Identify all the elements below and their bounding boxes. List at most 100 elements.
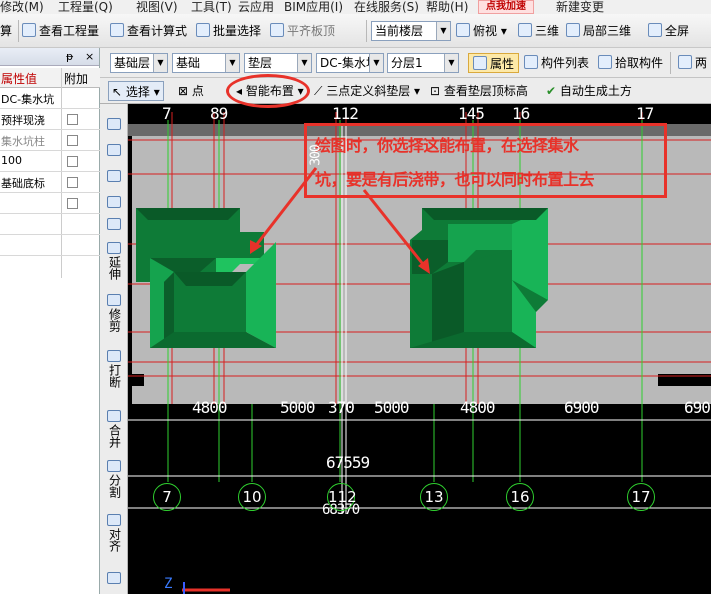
property-row[interactable]: 预拌现浇 [0, 109, 100, 130]
align-tool[interactable]: 对齐 [102, 514, 126, 552]
trim-tool[interactable]: 修剪 [102, 294, 126, 332]
menu-cloud[interactable]: 云应用 [238, 0, 274, 14]
menu-quantity[interactable]: 工程量(Q) [58, 0, 113, 14]
earthwork-icon: ✔ [546, 84, 560, 98]
slope-icon: ⟋ [314, 84, 327, 98]
axis-label-top: 7 [162, 104, 172, 123]
close-icon[interactable]: × [85, 50, 94, 63]
mirror-tool[interactable] [102, 170, 126, 182]
calc-button[interactable]: 算 [0, 21, 12, 41]
sublayer-select[interactable]: 分层1 ▼ [387, 53, 459, 73]
extend-tool[interactable]: 延伸 [102, 242, 126, 280]
attach-header: 附加 [64, 72, 89, 86]
attach-checkbox[interactable] [67, 198, 78, 209]
pit-side [150, 282, 164, 348]
property-row[interactable]: DC-集水坑 [0, 88, 100, 109]
formula-icon [110, 23, 124, 37]
property-row[interactable] [0, 214, 100, 235]
rotate-icon [107, 218, 121, 230]
flat-roof-button[interactable]: 平齐板顶 [270, 21, 335, 41]
three-point-slope-button[interactable]: ⟋ 三点定义斜垫层 ▾ [314, 81, 420, 101]
merge-tool[interactable]: 合并 [102, 410, 126, 448]
attach-checkbox[interactable] [67, 177, 78, 188]
pit-rim [136, 208, 240, 220]
pit-rim [422, 208, 548, 220]
view-top-elevation-button[interactable]: ⊡ 查看垫层顶标高 [430, 81, 528, 101]
view-quantity-button[interactable]: 查看工程量 [22, 21, 99, 41]
promo-badge[interactable]: 点我加速 [478, 0, 534, 14]
split-icon [107, 460, 121, 472]
layer-select[interactable]: 基础层 ▼ [110, 53, 168, 73]
callout-line-2: 坑，要是有后浇带，也可以同时布置上去 [315, 170, 595, 189]
axis-bubble: 10 [238, 483, 266, 511]
menu-modify[interactable]: 修改(M) [0, 0, 44, 14]
select-button[interactable]: ↖ 选择 ▾ [108, 81, 164, 101]
attach-checkbox[interactable] [67, 156, 78, 167]
chevron-down-icon: ▼ [436, 22, 450, 40]
properties-button[interactable]: 属性 [468, 53, 520, 73]
rotate-tool[interactable] [102, 218, 126, 230]
component-select[interactable]: DC-集水坑 ▼ [316, 53, 384, 73]
draw-toolbar: ↖ 选择 ▾ ⊠ 点 ◂ 智能布置 ▾ ⟋ 三点定义斜垫层 ▾ ⊡ 查看垫层顶标… [100, 78, 711, 104]
dimension-label: 5000 [374, 398, 410, 417]
partial-3d-icon [566, 23, 580, 37]
chevron-down-icon: ▼ [225, 54, 239, 72]
auto-earthwork-button[interactable]: ✔ 自动生成土方 [546, 81, 632, 101]
category-select[interactable]: 基础 ▼ [172, 53, 240, 73]
property-row[interactable]: 100 [0, 151, 100, 172]
view-formula-button[interactable]: 查看计算式 [110, 21, 187, 41]
copy-tool[interactable] [102, 144, 126, 156]
axis-label-top: 89 [210, 104, 228, 123]
type-select[interactable]: 垫层 ▼ [244, 53, 312, 73]
property-table-header: 属性值 附加 [0, 68, 100, 88]
point-button[interactable]: ⊠ 点 [178, 81, 204, 101]
view-mode-button[interactable]: 俯视 ▾ [456, 21, 507, 41]
total-dimension-label: 67559 [326, 453, 370, 472]
menu-bim[interactable]: BIM应用(I) [284, 0, 343, 14]
full-screen-button[interactable]: 全屏 [648, 21, 689, 41]
batch-select-icon [196, 23, 210, 37]
property-row[interactable] [0, 193, 100, 214]
list-icon [524, 55, 538, 69]
pencil-tool[interactable] [102, 118, 126, 130]
callout-line-1: 绘图时，你选择这能布置，在选择集水 [315, 136, 579, 155]
axis-bubble: 13 [420, 483, 448, 511]
property-row[interactable]: 基础底标 [0, 172, 100, 193]
attach-checkbox[interactable] [67, 114, 78, 125]
axis-label-top: 112 [332, 104, 359, 123]
main-toolbar: 算 查看工程量 查看计算式 批量选择 平齐板顶 当前楼层 ▼ 俯视 ▾ 三维 局部… [0, 14, 711, 48]
annotation-callout: 绘图时，你选择这能布置，在选择集水 坑，要是有后浇带，也可以同时布置上去 [304, 123, 667, 198]
menu-new-change[interactable]: 新建变更 [556, 0, 604, 14]
axis-bubble: 7 [153, 483, 181, 511]
offset-icon [107, 572, 121, 584]
split-tool[interactable]: 分割 [102, 460, 126, 498]
menu-view[interactable]: 视图(V) [136, 0, 178, 14]
property-row[interactable]: 集水坑柱 [0, 130, 100, 151]
menu-online-service[interactable]: 在线服务(S) [354, 0, 419, 14]
pin-icon[interactable]: ᵽ [66, 50, 73, 63]
elevation-icon: ⊡ [430, 84, 444, 98]
batch-select-button[interactable]: 批量选择 [196, 21, 261, 41]
attach-checkbox[interactable] [67, 135, 78, 146]
two-point-button[interactable]: 两 [678, 53, 707, 73]
move-tool[interactable] [102, 196, 126, 208]
sump-pit[interactable] [410, 208, 548, 348]
menu-help[interactable]: 帮助(H) [426, 0, 468, 14]
component-list-button[interactable]: 构件列表 [524, 53, 589, 73]
pit-bottom [464, 250, 512, 332]
pick-component-button[interactable]: 拾取构件 [598, 53, 663, 73]
axis-label-top: 145 [458, 104, 485, 123]
floor-select[interactable]: 当前楼层 ▼ [371, 21, 451, 41]
break-tool[interactable]: 打断 [102, 350, 126, 388]
menu-tools[interactable]: 工具(T) [191, 0, 232, 14]
axis-label-top: 17 [636, 104, 654, 123]
property-row[interactable] [0, 235, 100, 256]
three-d-button[interactable]: 三维 [518, 21, 559, 41]
dimension-label: 6900 [564, 398, 600, 417]
offset-tool[interactable] [102, 572, 126, 584]
toolbar-separator [18, 20, 19, 42]
move-icon [107, 196, 121, 208]
drawing-canvas[interactable]: 7 89 112 145 16 17 绘图时，你选择这能布置，在选择集水 坑，要… [128, 104, 711, 594]
edit-tool-strip: 延伸 修剪 打断 合并 分割 对齐 [100, 104, 128, 594]
partial-3d-button[interactable]: 局部三维 [566, 21, 631, 41]
